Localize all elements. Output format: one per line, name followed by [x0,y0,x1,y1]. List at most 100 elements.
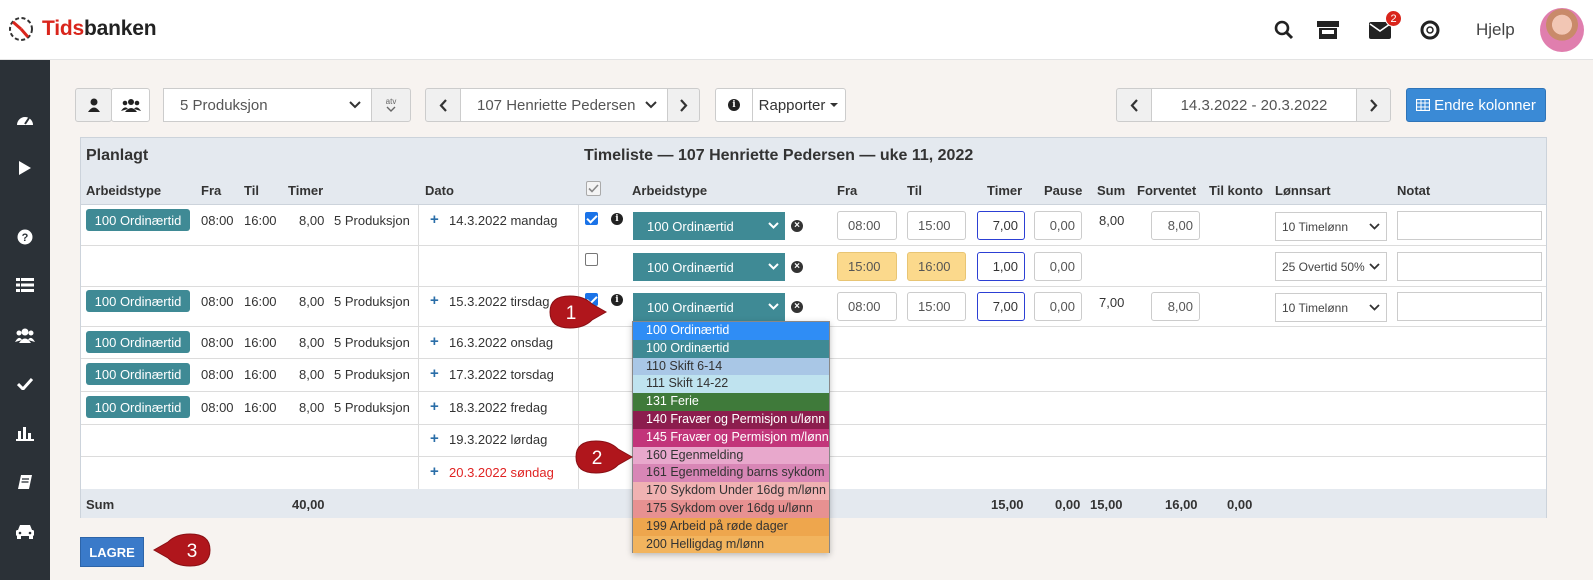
entry-timer-input[interactable]: 7,00 [977,292,1025,321]
add-entry-plus-icon[interactable]: + [430,430,439,447]
date-label: 19.3.2022 lørdag [449,432,548,447]
entry-timer-input[interactable]: 7,00 [977,211,1025,240]
chevron-right-icon [1370,98,1378,112]
single-user-button[interactable] [75,88,112,122]
entry-timer-input[interactable]: 1,00 [977,252,1025,281]
planned-type-tag[interactable]: 100 Ordinærtid [86,363,190,385]
atv-label: atv [385,97,397,106]
entry-type-select[interactable]: 100 Ordinærtid [633,253,785,281]
check-icon[interactable] [0,369,50,399]
info-icon[interactable]: i [611,294,623,306]
add-entry-plus-icon[interactable]: + [430,211,439,228]
info-button[interactable]: i [715,88,753,122]
play-icon[interactable] [0,153,50,183]
dashboard-icon[interactable] [0,104,50,134]
entry-fra-input[interactable]: 15:00 [837,252,897,281]
entry-type-select[interactable]: 100 Ordinærtid [633,212,785,240]
employee-select[interactable]: 107 Henriette Pedersen [460,88,668,122]
note-input[interactable] [1397,252,1542,281]
timesheet-title: Timeliste — 107 Henriette Pedersen — uke… [584,147,974,164]
entry-type-select-open[interactable]: 100 Ordinærtid [633,293,785,321]
atv-toggle-button[interactable]: atv [371,88,411,122]
header-pause: Pause [1044,183,1083,198]
entry-forventet-input[interactable]: 8,00 [1151,211,1200,240]
dropdown-option[interactable]: 131 Ferie [633,393,829,411]
add-entry-plus-icon[interactable]: + [430,398,439,415]
search-icon[interactable] [1272,18,1296,42]
entry-fra-input[interactable]: 08:00 [837,211,897,240]
save-button[interactable]: LAGRE [80,537,144,567]
chevron-down-icon [1369,263,1380,270]
chevron-down-icon [349,101,361,109]
department-select[interactable]: 5 Produksjon [163,88,372,122]
dropdown-option[interactable]: 100 Ordinærtid [633,339,829,358]
logo[interactable]: Tidsbanken [6,14,157,44]
info-icon[interactable]: i [611,213,623,225]
entry-forventet-input[interactable]: 8,00 [1151,292,1200,321]
panel-title-row: Planlagt Timeliste — 107 Henriette Peder… [81,138,1546,173]
planned-type-tag[interactable]: 100 Ordinærtid [86,331,190,353]
wage-type-value: 10 Timelønn [1282,300,1349,315]
wage-type-select[interactable]: 10 Timelønn [1275,293,1387,322]
dropdown-option[interactable]: 145 Fravær og Permisjon m/lønn [633,428,829,447]
dropdown-option[interactable]: 200 Helligdag m/lønn [633,535,829,554]
dropdown-option[interactable]: 199 Arbeid på røde dager [633,517,829,536]
planned-type-tag[interactable]: 100 Ordinærtid [86,290,190,312]
store-icon[interactable] [1316,18,1340,42]
dropdown-option[interactable]: 170 Sykdom Under 16dg m/lønn [633,482,829,500]
planned-type-tag[interactable]: 100 Ordinærtid [86,209,190,231]
dropdown-option[interactable]: 111 Skift 14-22 [633,375,829,394]
planned-dept: 5 Produksjon [334,335,410,350]
remove-icon[interactable]: × [791,261,803,273]
entry-til-input[interactable]: 15:00 [907,211,966,240]
change-columns-button[interactable]: Endre kolonner [1406,88,1546,122]
note-input[interactable] [1397,211,1542,240]
dropdown-option[interactable]: 140 Fravær og Permisjon u/lønn [633,411,829,429]
wage-type-select[interactable]: 25 Overtid 50% [1275,252,1387,281]
prev-week-button[interactable] [1116,88,1152,122]
planned-fra: 08:00 [201,294,234,309]
info-icon: i [728,99,740,111]
dropdown-option[interactable]: 110 Skift 6-14 [633,357,829,376]
select-all-checkbox[interactable] [586,181,601,196]
entry-checkbox[interactable] [585,253,598,266]
entry-til-input[interactable]: 15:00 [907,292,966,321]
dropdown-option[interactable]: 160 Egenmelding [633,446,829,465]
add-entry-plus-icon[interactable]: + [430,333,439,350]
lifebuoy-icon[interactable] [1418,18,1442,42]
book-icon[interactable] [0,467,50,497]
add-entry-plus-icon[interactable]: + [430,292,439,309]
question-icon[interactable]: ? [0,222,50,252]
bar-chart-icon[interactable] [0,418,50,448]
entry-checkbox[interactable] [585,212,598,225]
note-input[interactable] [1397,292,1542,321]
user-avatar[interactable] [1540,8,1584,52]
next-employee-button[interactable] [667,88,700,122]
add-entry-plus-icon[interactable]: + [430,463,439,480]
wage-type-select[interactable]: 10 Timelønn [1275,212,1387,241]
remove-icon[interactable]: × [791,220,803,232]
reports-dropdown-button[interactable]: Rapporter [752,88,846,122]
next-week-button[interactable] [1356,88,1391,122]
dropdown-option[interactable]: 175 Sykdom over 16dg u/lønn [633,500,829,518]
dropdown-option[interactable]: 100 Ordinærtid [633,322,829,340]
sum-timer: 15,00 [991,497,1024,512]
help-link[interactable]: Hjelp [1476,20,1515,40]
entry-pause-input[interactable]: 0,00 [1034,211,1082,240]
entry-til-input[interactable]: 16:00 [907,252,966,281]
mail-icon[interactable]: 2 [1368,10,1402,42]
remove-icon[interactable]: × [791,301,803,313]
users-icon[interactable] [0,320,50,350]
dropdown-option[interactable]: 161 Egenmelding barns sykdom [633,464,829,483]
user-icon [87,98,100,112]
list-icon[interactable] [0,270,50,300]
prev-employee-button[interactable] [425,88,461,122]
planned-type-tag[interactable]: 100 Ordinærtid [86,396,190,418]
entry-fra-input[interactable]: 08:00 [837,292,897,321]
date-range-field[interactable]: 14.3.2022 - 20.3.2022 [1151,88,1357,122]
group-users-button[interactable] [111,88,150,122]
entry-pause-input[interactable]: 0,00 [1034,292,1082,321]
car-icon[interactable] [0,516,50,546]
entry-pause-input[interactable]: 0,00 [1034,252,1082,281]
add-entry-plus-icon[interactable]: + [430,365,439,382]
